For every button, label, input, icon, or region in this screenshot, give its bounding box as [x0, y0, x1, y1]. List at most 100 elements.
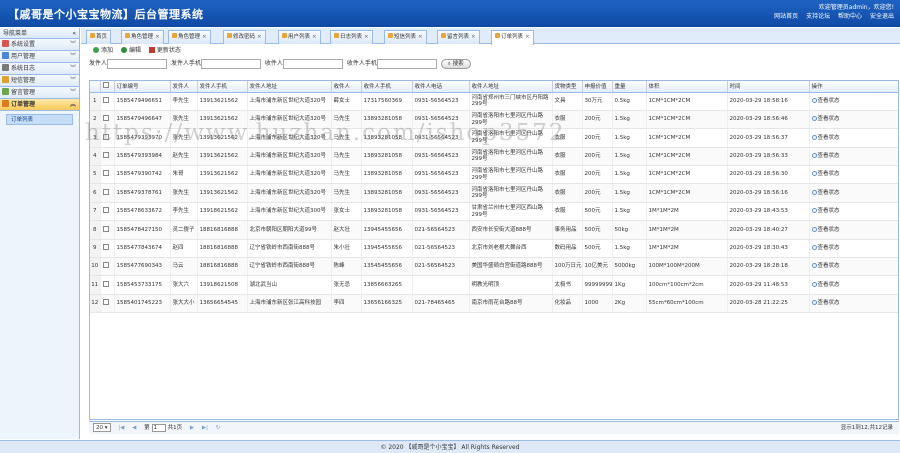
update-status-button[interactable]: 更新状态	[148, 47, 181, 54]
row-checkbox-cell[interactable]	[100, 202, 115, 222]
close-icon[interactable]: ×	[418, 34, 423, 40]
row-checkbox-cell[interactable]	[100, 110, 115, 130]
link-home[interactable]: 网站首页	[774, 13, 798, 20]
column-header-2[interactable]: 发件人手机	[197, 81, 248, 93]
tab-6[interactable]: 短信列表 ×	[384, 30, 427, 44]
sender-input[interactable]	[107, 58, 168, 69]
view-status-button[interactable]: 查看状态	[809, 110, 898, 130]
row-checkbox-cell[interactable]	[100, 239, 115, 259]
view-status-button[interactable]: 查看状态	[809, 202, 898, 222]
table-row[interactable]: 12 1585401745223 张大大小 13656654545 上海市浦东新区张江高…	[90, 294, 898, 314]
link-logout[interactable]: 安全退出	[870, 13, 894, 20]
row-checkbox[interactable]	[102, 244, 109, 251]
refresh-icon[interactable]: ↻	[216, 425, 221, 431]
tab-8[interactable]: 订单列表 ×	[491, 30, 534, 45]
view-status-button[interactable]: 查看状态	[809, 294, 898, 314]
collapse-icon[interactable]: «	[72, 28, 76, 39]
column-header-8[interactable]: 货物类型	[552, 81, 583, 93]
sidebar-subitem-order-list[interactable]: 订单列表	[6, 114, 73, 125]
prev-page-icon[interactable]: ◀	[132, 425, 136, 431]
edit-button[interactable]: 编辑	[120, 47, 141, 54]
tab-5[interactable]: 日志列表 ×	[330, 30, 373, 44]
view-status-button[interactable]: 查看状态	[809, 165, 898, 185]
column-header-11[interactable]: 体积	[646, 81, 728, 93]
sidebar-item-1[interactable]: 用户管理 ︾	[0, 51, 79, 63]
row-checkbox[interactable]	[102, 170, 109, 177]
view-status-button[interactable]: 查看状态	[809, 147, 898, 167]
close-icon[interactable]: ×	[364, 34, 369, 40]
select-all-checkbox[interactable]	[102, 82, 109, 89]
next-page-icon[interactable]: ▶	[190, 425, 194, 431]
tab-3[interactable]: 修改密码 ×	[223, 30, 266, 44]
view-status-button[interactable]: 查看状态	[809, 257, 898, 277]
row-checkbox-cell[interactable]	[100, 294, 115, 314]
search-button[interactable]: ⌕ 搜索	[440, 58, 471, 69]
row-checkbox[interactable]	[102, 207, 109, 214]
last-page-icon[interactable]: ▶|	[202, 425, 208, 431]
table-row[interactable]: 3 1585479393970 张先生 13913621562 上海市浦东新区世纪大道3…	[90, 128, 898, 148]
close-icon[interactable]: ×	[257, 34, 262, 40]
table-row[interactable]: 9 1585477843674 赵四 18816816888 辽宁省铁岭市西南街888号…	[90, 239, 898, 259]
link-forum[interactable]: 支持论坛	[806, 13, 830, 20]
table-row[interactable]: 2 1585479496647 张先生 13913621562 上海市浦东新区世纪大道3…	[90, 110, 898, 130]
column-header-1[interactable]: 发件人	[170, 81, 198, 93]
sidebar-item-2[interactable]: 系统日志 ︾	[0, 63, 79, 75]
column-header-13[interactable]: 操作	[809, 81, 898, 93]
column-header-7[interactable]: 收件人地址	[469, 81, 553, 93]
row-checkbox-cell[interactable]	[100, 92, 115, 111]
column-header-4[interactable]: 收件人	[331, 81, 362, 93]
row-checkbox[interactable]	[102, 188, 109, 195]
sidebar-item-3[interactable]: 短信管理 ︾	[0, 75, 79, 87]
close-icon[interactable]: ×	[312, 34, 317, 40]
column-header-0[interactable]: 订单编号	[114, 81, 171, 93]
table-row[interactable]: 10 1585477690343 马云 18816816888 辽宁省铁岭市西南街888…	[90, 257, 898, 277]
sidebar-item-5[interactable]: 订单管理 ︽	[0, 99, 79, 111]
table-row[interactable]: 7 1585478633672 李先生 13918621562 上海市浦东新区世纪大道3…	[90, 202, 898, 222]
page-input[interactable]: 1	[151, 423, 166, 432]
column-header-5[interactable]: 收件人手机	[361, 81, 413, 93]
row-checkbox-cell[interactable]	[100, 128, 115, 148]
table-row[interactable]: 8 1585478427150 灵二傻子 18816816888 北京市朝阳区朝阳大道9…	[90, 220, 898, 240]
view-status-button[interactable]: 查看状态	[809, 239, 898, 259]
row-checkbox[interactable]	[102, 299, 109, 306]
row-checkbox[interactable]	[102, 96, 109, 103]
column-header-3[interactable]: 发件人地址	[247, 81, 332, 93]
link-help[interactable]: 帮助中心	[838, 13, 862, 20]
sidebar-item-4[interactable]: 留言管理 ︾	[0, 87, 79, 99]
select-all-header[interactable]	[100, 81, 115, 93]
close-icon[interactable]: ×	[202, 34, 207, 40]
view-status-button[interactable]: 查看状态	[809, 92, 898, 111]
column-header-6[interactable]: 收件人电话	[412, 81, 470, 93]
table-row[interactable]: 6 1585479378761 张先生 13913621562 上海市浦东新区世纪大道3…	[90, 183, 898, 203]
table-row[interactable]: 11 1585453733175 张大六 13918621508 湖北武当山 张无忌 138…	[90, 275, 898, 295]
row-checkbox[interactable]	[102, 262, 109, 269]
page-size-select[interactable]: 20 ▾	[93, 423, 111, 432]
add-button[interactable]: 添加	[93, 47, 113, 54]
receiver-input[interactable]	[282, 58, 343, 69]
table-row[interactable]: 1 1585479496651 李先生 13913621562 上海市浦东新区世纪大道3…	[90, 92, 898, 111]
sender-phone-input[interactable]	[200, 58, 261, 69]
tab-4[interactable]: 用户列表 ×	[278, 30, 321, 44]
tab-2[interactable]: 角色管理 ×	[168, 30, 211, 44]
row-checkbox-cell[interactable]	[100, 257, 115, 277]
table-row[interactable]: 4 1585479393984 赵先生 13913621562 上海市浦东新区世纪大道3…	[90, 147, 898, 167]
row-checkbox[interactable]	[102, 133, 109, 140]
receiver-phone-input[interactable]	[376, 58, 437, 69]
row-checkbox[interactable]	[102, 152, 109, 159]
row-checkbox[interactable]	[102, 280, 109, 287]
first-page-icon[interactable]: |◀	[118, 425, 124, 431]
column-header-10[interactable]: 重量	[612, 81, 647, 93]
row-checkbox[interactable]	[102, 225, 109, 232]
view-status-button[interactable]: 查看状态	[809, 128, 898, 148]
close-icon[interactable]: ×	[525, 34, 530, 40]
row-checkbox-cell[interactable]	[100, 183, 115, 203]
view-status-button[interactable]: 查看状态	[809, 275, 898, 295]
row-checkbox-cell[interactable]	[100, 220, 115, 240]
column-header-12[interactable]: 时间	[727, 81, 810, 93]
view-status-button[interactable]: 查看状态	[809, 183, 898, 203]
tab-0[interactable]: 首页	[86, 30, 112, 44]
close-icon[interactable]: ×	[471, 34, 476, 40]
close-icon[interactable]: ×	[155, 34, 160, 40]
row-checkbox-cell[interactable]	[100, 165, 115, 185]
sidebar-item-0[interactable]: 系统设置 ︾	[0, 39, 79, 51]
